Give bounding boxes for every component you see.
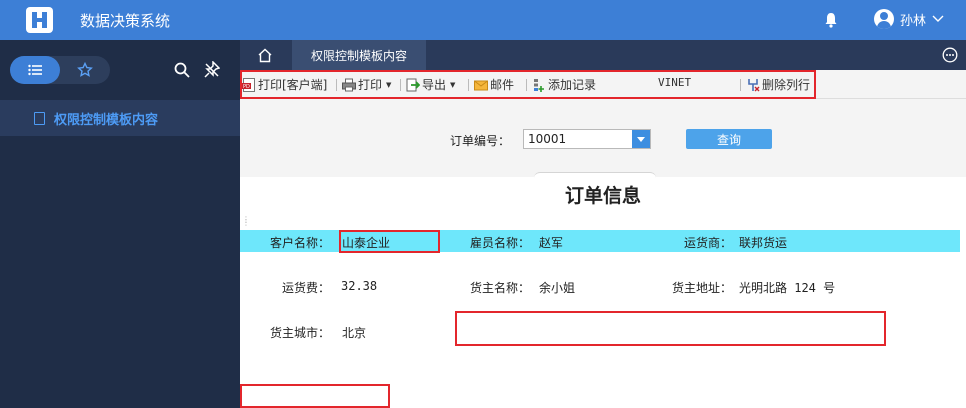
- home-icon: [258, 48, 272, 62]
- shipper-label: 运货商：: [683, 236, 732, 250]
- query-panel: 订单编号： 10001 查询: [240, 99, 966, 178]
- sidebar-item-label: 权限控制模板内容: [54, 112, 159, 128]
- chevron-down-icon: [932, 15, 944, 22]
- freight-value: 32.38: [341, 279, 378, 293]
- favorites-button[interactable]: [60, 56, 110, 84]
- customer-annotation-box: [339, 230, 440, 253]
- address-value: 光明北路 124 号: [739, 281, 836, 295]
- owner-label: 货主名称：: [469, 281, 530, 295]
- sidebar: 权限控制模板内容: [0, 40, 240, 408]
- report-title: 订单信息: [564, 185, 641, 207]
- empty-annotation-box: [455, 311, 886, 346]
- more-options-icon[interactable]: [942, 47, 958, 63]
- list-icon: [28, 64, 42, 76]
- employee-label: 雇员名称：: [469, 236, 530, 250]
- tab-home[interactable]: [240, 40, 290, 70]
- drag-handle-icon[interactable]: ⋮ ⋮: [242, 216, 250, 228]
- search-icon[interactable]: [174, 62, 190, 78]
- dropdown-arrow-icon[interactable]: [632, 130, 650, 148]
- app-title: 数据决策系统: [80, 12, 171, 30]
- user-menu[interactable]: 孙林: [874, 9, 944, 29]
- user-name: 孙林: [900, 13, 927, 29]
- search-button[interactable]: 查询: [686, 129, 772, 149]
- unpin-icon[interactable]: [204, 61, 220, 79]
- avatar: [874, 9, 894, 29]
- city-label: 货主城市：: [269, 326, 330, 340]
- tab-bar: 权限控制模板内容: [240, 40, 966, 70]
- bell-icon[interactable]: [824, 12, 838, 28]
- document-icon: [34, 111, 45, 125]
- collapse-handle[interactable]: [534, 172, 656, 178]
- freight-label: 运货费：: [281, 281, 330, 295]
- city-value: 北京: [342, 326, 367, 340]
- bottom-annotation-box: [240, 384, 390, 408]
- top-header: 数据决策系统 孙林: [0, 0, 966, 40]
- app-logo-icon[interactable]: [26, 7, 53, 33]
- address-label: 货主地址：: [671, 281, 732, 295]
- star-icon: [77, 62, 93, 77]
- view-switcher: [10, 56, 110, 84]
- shipper-value: 联邦货运: [739, 236, 788, 250]
- owner-value: 余小姐: [539, 281, 576, 295]
- order-number-value: 10001: [528, 132, 567, 146]
- employee-value: 赵军: [539, 236, 564, 250]
- sidebar-item-permission-template[interactable]: 权限控制模板内容: [0, 100, 240, 136]
- customer-label: 客户名称：: [269, 236, 330, 250]
- tab-permission-template[interactable]: 权限控制模板内容: [292, 40, 426, 70]
- order-number-select[interactable]: 10001: [523, 129, 651, 149]
- report-toolbar: PD 打印[客户端] 打印 ▼ 导出 ▼ 邮件 添加记录 VINET 删除列行: [240, 70, 966, 99]
- order-number-label: 订单编号：: [450, 134, 511, 148]
- toolbar-annotation-box: [240, 70, 816, 99]
- list-view-button[interactable]: [10, 56, 60, 84]
